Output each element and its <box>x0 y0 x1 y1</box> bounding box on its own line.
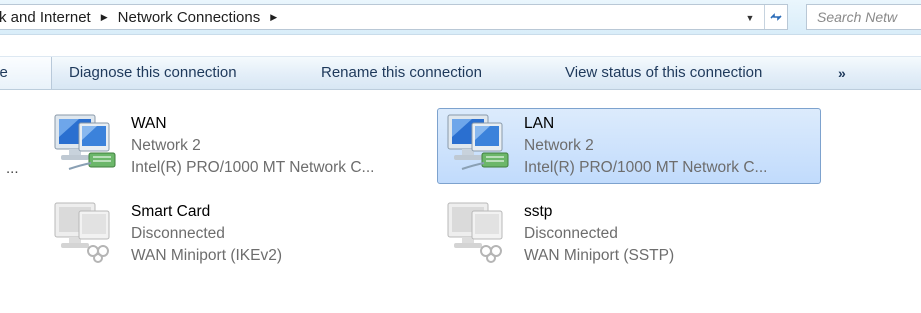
refresh-icon <box>770 13 782 21</box>
connection-status: Network 2 <box>131 137 201 154</box>
connection-device: WAN Miniport (IKEv2) <box>131 247 283 264</box>
breadcrumb-item-network-and-internet[interactable]: rk and Internet <box>0 9 91 26</box>
connection-item-lan[interactable]: LAN Network 2 Intel(R) PRO/1000 MT Netwo… <box>437 108 821 184</box>
disconnected-adapter-icon <box>442 201 514 267</box>
refresh-button[interactable] <box>764 5 787 29</box>
command-bar: ce Diagnose this connection Rename this … <box>0 56 921 90</box>
view-status-button[interactable]: View status of this connection <box>565 57 762 89</box>
connection-item-wan[interactable]: WAN Network 2 Intel(R) PRO/1000 MT Netwo… <box>44 108 428 184</box>
connection-name: sstp <box>524 203 553 220</box>
network-adapter-icon <box>49 113 121 179</box>
breadcrumb: rk and Internet ▶ Network Connections ▶ <box>0 9 287 26</box>
diagnose-connection-button[interactable]: Diagnose this connection <box>69 57 237 89</box>
more-commands-button[interactable]: » <box>838 57 846 89</box>
search-input[interactable]: Search Netw <box>806 4 921 30</box>
connection-item-sstp[interactable]: sstp Disconnected WAN Miniport (SSTP) <box>437 196 821 272</box>
network-adapter-icon <box>442 113 514 179</box>
connection-name: LAN <box>524 115 555 132</box>
connection-status: Disconnected <box>131 225 225 242</box>
rename-connection-button[interactable]: Rename this connection <box>321 57 482 89</box>
organize-button[interactable]: ce <box>0 57 52 89</box>
breadcrumb-arrow-icon[interactable]: ▶ <box>101 12 108 23</box>
connection-device: WAN Miniport (SSTP) <box>524 247 675 264</box>
connection-device: Intel(R) PRO/1000 MT Network C... <box>524 159 768 176</box>
truncated-item-text: ... <box>6 160 19 177</box>
connection-name: Smart Card <box>131 203 211 220</box>
address-history-dropdown-icon[interactable]: ▼ <box>742 9 758 27</box>
network-connections-window: rk and Internet ▶ Network Connections ▶ ▼ S… <box>0 0 921 313</box>
connection-device: Intel(R) PRO/1000 MT Network C... <box>131 159 375 176</box>
connection-name: WAN <box>131 115 167 132</box>
breadcrumb-arrow-icon[interactable]: ▶ <box>270 12 277 23</box>
breadcrumb-item-network-connections[interactable]: Network Connections <box>118 9 261 26</box>
connection-status: Disconnected <box>524 225 618 242</box>
disconnected-adapter-icon <box>49 201 121 267</box>
address-bar: rk and Internet ▶ Network Connections ▶ ▼ S… <box>0 0 921 35</box>
address-field[interactable]: rk and Internet ▶ Network Connections ▶ ▼ <box>0 4 788 30</box>
connection-item-smart-card[interactable]: Smart Card Disconnected WAN Miniport (IK… <box>44 196 428 272</box>
connection-status: Network 2 <box>524 137 594 154</box>
